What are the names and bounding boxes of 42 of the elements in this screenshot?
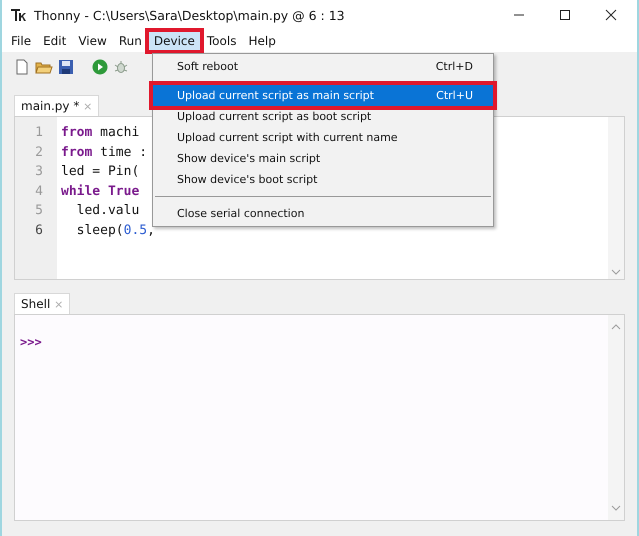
editor-tab[interactable]: main.py * × — [14, 95, 100, 116]
scrollbar[interactable] — [608, 117, 624, 279]
code-line: led.valu — [76, 202, 140, 220]
run-icon[interactable] — [92, 59, 108, 75]
code-line: while True — [61, 182, 140, 200]
menu-item[interactable]: File — [6, 32, 36, 50]
code-line: from time : — [61, 144, 148, 162]
menu-item[interactable]: Upload current script as main script Ctrl+U — [153, 85, 493, 106]
scroll-down-icon[interactable] — [611, 268, 621, 276]
scrollbar[interactable] — [608, 315, 624, 520]
menu-item[interactable]: Close serial connection — [153, 203, 493, 224]
shell-tab[interactable]: Shell × — [14, 293, 70, 314]
menu-item[interactable]: Tools — [202, 32, 242, 50]
code-line: led = Pin( — [61, 163, 140, 181]
line-number: 4 — [34, 182, 44, 200]
menu-item[interactable]: Upload current script with current name — [153, 127, 493, 148]
menu-item[interactable]: Show device's boot script — [153, 169, 493, 190]
new-file-icon[interactable] — [14, 59, 30, 75]
menu-item[interactable]: Run — [114, 32, 147, 50]
line-number: 1 — [34, 124, 44, 142]
code-line: from machi — [61, 124, 140, 142]
scroll-up-icon[interactable] — [611, 323, 621, 331]
menu-item[interactable]: Soft reboot Ctrl+D — [153, 56, 493, 77]
line-number: 5 — [34, 202, 44, 220]
menu-item[interactable]: Help — [243, 32, 281, 50]
scroll-down-icon[interactable] — [611, 504, 621, 512]
line-number: 2 — [34, 144, 44, 162]
menu-item[interactable]: View — [73, 32, 112, 50]
line-number: 3 — [34, 163, 44, 181]
maximize-icon[interactable] — [559, 9, 571, 21]
save-icon[interactable] — [58, 59, 74, 75]
code-line: sleep(0.5, — [76, 222, 155, 240]
shell-prompt: >>> — [19, 334, 43, 351]
bug-icon[interactable] — [113, 59, 129, 75]
menu-item[interactable]: Upload current script as boot script — [153, 106, 493, 127]
window-title: Thonny - C:\Users\Sara\Desktop\main.py @ 6 : 13 — [34, 8, 345, 22]
menu-item[interactable]: Show device's main script — [153, 148, 493, 169]
app-logo-icon — [10, 7, 26, 23]
line-number: 6 — [34, 222, 44, 240]
menu-item[interactable]: Edit — [38, 32, 72, 50]
menu-item[interactable]: Device — [148, 32, 200, 50]
close-icon[interactable] — [605, 9, 617, 21]
